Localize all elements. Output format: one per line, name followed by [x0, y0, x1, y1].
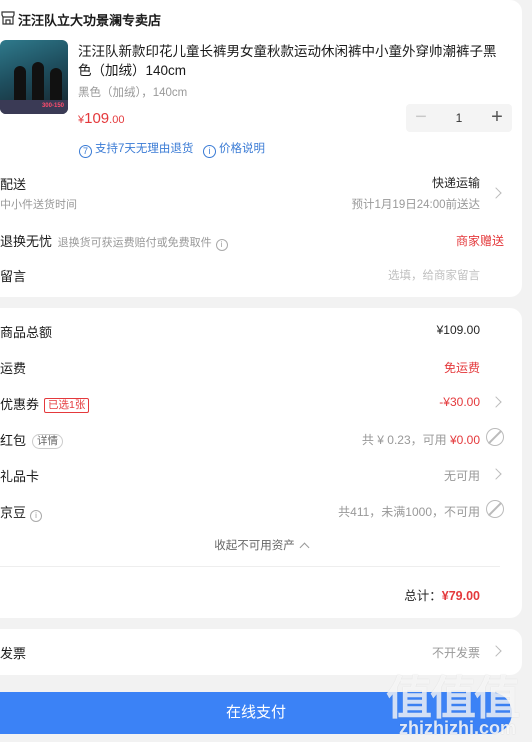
return-worry: 退换无忧 退换货可获运费赔付或免费取件 i	[0, 231, 228, 251]
service-return-7day[interactable]: 7 支持7天无理由退货	[79, 140, 193, 158]
seven-day-icon: 7	[79, 145, 92, 158]
jingdou-label: 京豆	[0, 505, 27, 520]
watermark-url: zhizhizhi.com	[399, 718, 516, 738]
message-input[interactable]: 选填，给商家留言	[388, 267, 480, 283]
price-integer: 109	[84, 110, 110, 127]
service-price-note[interactable]: i 价格说明	[203, 140, 265, 158]
shipping-label: 运费	[0, 361, 27, 376]
coupon-selected-badge: 已选1张	[44, 398, 90, 413]
giftcard-value[interactable]: 无可用	[444, 467, 480, 484]
price-decimal: .00	[109, 114, 125, 126]
delivery-chevron-right-icon[interactable]	[490, 187, 502, 199]
coupon-chevron-right-icon[interactable]	[490, 396, 502, 408]
redpacket-row: 红包 详情	[0, 430, 64, 449]
coupon-row[interactable]: 优惠券 已选1张	[0, 394, 90, 413]
goods-total-value: ¥109.00	[436, 323, 480, 337]
delivery-eta[interactable]: 预计1月19日24:00前送达	[352, 196, 480, 212]
redpacket-detail-button[interactable]: 详情	[32, 434, 64, 449]
jingdou-info-icon[interactable]: i	[30, 510, 43, 522]
info-icon: i	[203, 145, 216, 158]
product-thumbnail[interactable]: 300-150	[0, 40, 68, 114]
goods-total-label: 商品总额	[0, 325, 53, 340]
price-summary-card: 商品总额 ¥109.00 运费 免运费 优惠券 已选1张 -¥30.00 红包 详情…	[0, 308, 522, 618]
jingdou-unavailable-icon[interactable]	[486, 500, 504, 518]
service-price-label: 价格说明	[219, 143, 265, 155]
quantity-plus-button[interactable]: +	[482, 104, 512, 132]
giftcard-label: 礼品卡	[0, 469, 40, 484]
jingdou-value: 共411，未满1000，不可用	[338, 505, 480, 519]
quantity-minus-button[interactable]: −	[406, 104, 436, 132]
coupon-value[interactable]: -¥30.00	[439, 395, 480, 409]
order-total: 总计：¥79.00	[404, 585, 480, 604]
jingdou-row: 京豆 i	[0, 502, 43, 522]
invoice-value[interactable]: 不开发票	[432, 644, 480, 661]
product-spec: 黑色（加绒），140cm	[78, 87, 188, 99]
store-name[interactable]: 汪汪队立大功景澜专卖店	[18, 10, 161, 29]
redpacket-amount: ¥0.00	[449, 433, 480, 447]
return-worry-value[interactable]: 商家赠送	[456, 232, 504, 249]
redpacket-label: 红包	[0, 433, 27, 448]
return-info-icon[interactable]: i	[215, 239, 228, 251]
collapse-label: 收起不可用资产	[214, 540, 295, 552]
redpacket-unavailable-icon[interactable]	[486, 428, 504, 446]
total-label: 总计：	[404, 589, 442, 603]
quantity-value[interactable]: 1	[436, 104, 482, 132]
summary-divider	[0, 566, 500, 567]
thumb-promo-badge: 300-150	[41, 103, 64, 109]
coupon-label: 优惠券	[0, 397, 40, 412]
redpacket-value: 共 ¥ 0.23，可用 ¥0.00	[362, 431, 480, 448]
store-icon	[1, 11, 15, 25]
order-item-card: 汪汪队立大功景澜专卖店 300-150 汪汪队新款印花儿童长裤男女童秋款运动休闲…	[0, 0, 522, 297]
total-value: ¥79.00	[441, 589, 480, 603]
delivery-label: 配送	[0, 177, 27, 192]
product-title[interactable]: 汪汪队新款印花儿童长裤男女童秋款运动休闲裤中小童外穿帅潮裤子黑色（加绒）140c…	[78, 42, 508, 80]
return-worry-label: 退换无忧	[0, 234, 53, 249]
message-label: 留言	[0, 269, 27, 284]
invoice-label: 发票	[0, 646, 27, 661]
shipping-value: 免运费	[443, 361, 480, 375]
delivery-sub: 中小件送货时间	[0, 199, 77, 211]
site-watermark: 值值值 zhizhizhi.com	[386, 662, 526, 742]
invoice-chevron-right-icon[interactable]	[490, 645, 502, 657]
delivery-method[interactable]: 快递运输	[432, 174, 480, 191]
chevron-up-icon	[299, 542, 310, 553]
service-return-label: 支持7天无理由退货	[95, 143, 194, 155]
giftcard-chevron-right-icon[interactable]	[490, 468, 502, 480]
redpacket-available: 共 ¥ 0.23，可用	[361, 433, 450, 447]
product-price: ¥109.00	[78, 110, 124, 127]
quantity-stepper: − 1 +	[406, 104, 512, 132]
return-worry-desc: 退换货可获运费赔付或免费取件	[57, 237, 212, 249]
collapse-unavailable-toggle[interactable]: 收起不可用资产	[0, 537, 522, 553]
